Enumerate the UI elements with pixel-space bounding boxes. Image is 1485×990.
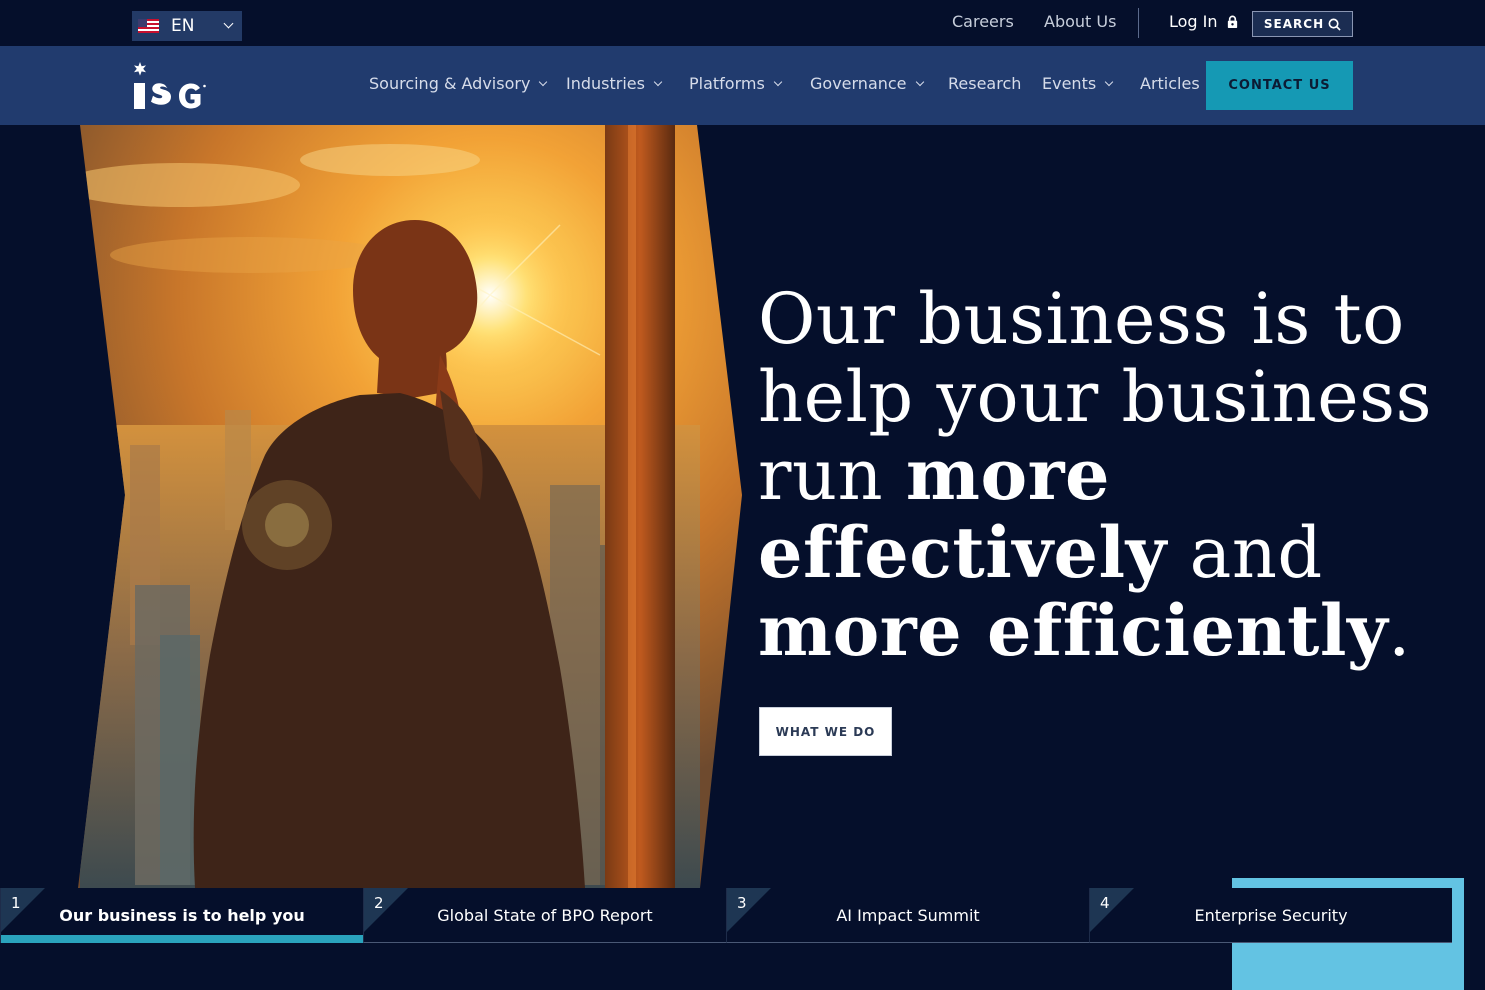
headline-emphasis: more efficiently [758,589,1389,672]
chevron-down-icon [773,77,783,86]
lock-icon [1227,15,1237,28]
slide-tab-2[interactable]: 2 Global State of BPO Report [363,888,726,943]
nav-label: Governance [810,74,907,93]
nav-sourcing-advisory[interactable]: Sourcing & Advisory [369,74,548,93]
headline-line: Our business is to [758,278,1405,360]
chevron-down-icon [1104,77,1114,86]
hero-image-woman-city-sunset [78,125,742,888]
headline-text: run [758,434,906,516]
tab-number: 2 [374,894,384,912]
divider [1138,8,1139,38]
slide-tab-1[interactable]: 1 Our business is to help you [0,888,364,943]
language-label: EN [171,16,195,36]
headline-emphasis: effectively [758,511,1167,594]
nav-platforms[interactable]: Platforms [689,74,783,93]
chevron-down-icon [915,77,924,86]
nav-research[interactable]: Research [948,74,1021,93]
login-label: Log In [1169,12,1218,31]
tab-label: AI Impact Summit [836,905,980,925]
chevron-down-icon [653,77,663,86]
nav-label: Sourcing & Advisory [369,74,531,93]
hero-banner: Our business is to help your business ru… [0,125,1485,990]
search-icon [1328,18,1341,31]
main-nav: Sourcing & Advisory Industries Platforms… [0,46,1485,125]
headline-emphasis: more [905,433,1111,516]
headline-text: . [1388,590,1411,672]
language-selector[interactable]: EN [132,11,242,41]
nav-events[interactable]: Events [1042,74,1114,93]
headline-text: and [1166,512,1323,594]
about-us-link[interactable]: About Us [1044,12,1116,31]
tab-number: 3 [737,894,747,912]
tab-label: Our business is to help you [59,906,305,925]
search-button[interactable]: SEARCH [1252,11,1353,37]
nav-industries[interactable]: Industries [566,74,663,93]
nav-label: Articles [1140,74,1200,93]
login-link[interactable]: Log In [1169,12,1239,31]
tab-label: Enterprise Security [1194,905,1348,925]
tab-number: 1 [11,894,21,912]
headline-line: more efficiently. [758,589,1458,672]
nav-governance[interactable]: Governance [810,74,924,93]
slide-tabs: 1 Our business is to help you 2 Global S… [0,888,1452,943]
headline-line: help your business [758,356,1432,438]
search-label: SEARCH [1263,17,1325,31]
headline-line: effectively and [758,511,1458,594]
tab-number: 4 [1100,894,1110,912]
chevron-down-icon [539,77,548,86]
nav-label: Industries [566,74,645,93]
nav-label: Platforms [689,74,765,93]
nav-label: Research [948,74,1022,93]
slide-tab-4[interactable]: 4 Enterprise Security [1089,888,1452,943]
tab-label: Global State of BPO Report [437,905,653,925]
slide-tab-3[interactable]: 3 AI Impact Summit [726,888,1089,943]
nav-label: Events [1042,74,1097,93]
chevron-down-icon [223,18,234,29]
nav-articles[interactable]: Articles [1140,74,1200,93]
utility-bar: EN Careers About Us Log In SEARCH [0,0,1485,46]
contact-us-button[interactable]: CONTACT US [1206,61,1353,110]
careers-link[interactable]: Careers [952,12,1014,31]
isg-logo[interactable] [132,61,208,111]
us-flag-icon [138,19,159,33]
what-we-do-button[interactable]: WHAT WE DO [759,707,892,756]
hero-headline: Our business is to help your business ru… [758,280,1458,670]
headline-line: run more [758,433,1458,516]
